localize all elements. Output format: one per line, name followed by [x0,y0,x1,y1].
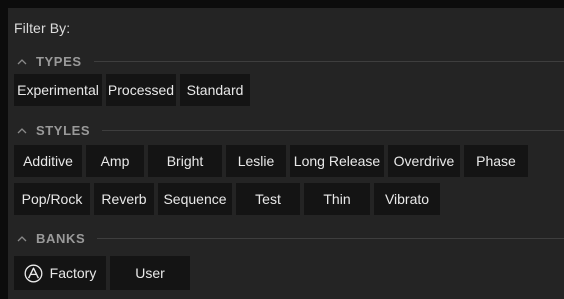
bank-factory-label: Factory [49,265,97,281]
tag-additive[interactable]: Additive [14,145,82,177]
tag-reverb[interactable]: Reverb [94,183,154,215]
chevron-up-icon[interactable] [14,122,30,138]
section-divider [102,129,564,131]
tag-vibrato[interactable]: Vibrato [374,183,440,215]
chevron-up-icon[interactable] [14,53,30,69]
section-divider [97,237,564,239]
tag-long-release[interactable]: Long Release [290,145,384,177]
section-header-styles[interactable]: STYLES [14,121,564,139]
tag-amp[interactable]: Amp [86,145,144,177]
bank-user[interactable]: User [110,256,190,290]
tag-experimental[interactable]: Experimental [14,74,102,106]
tag-overdrive[interactable]: Overdrive [388,145,460,177]
filter-title: Filter By: [14,20,71,36]
section-label-banks: BANKS [36,230,86,246]
bank-user-label: User [135,265,165,281]
tag-bright[interactable]: Bright [148,145,222,177]
filter-panel: Filter By: TYPES Experimental Processed … [8,8,564,299]
tag-test[interactable]: Test [236,183,300,215]
section-divider [93,60,564,62]
tag-standard[interactable]: Standard [180,74,250,106]
tag-sequence[interactable]: Sequence [158,183,232,215]
section-header-banks[interactable]: BANKS [14,229,564,247]
arturia-logo-icon [24,264,43,283]
section-label-styles: STYLES [36,122,91,138]
section-header-types[interactable]: TYPES [14,52,564,70]
tag-leslie[interactable]: Leslie [226,145,286,177]
tag-phase[interactable]: Phase [464,145,528,177]
bank-factory[interactable]: Factory [14,256,106,290]
tag-pop-rock[interactable]: Pop/Rock [14,183,90,215]
tag-thin[interactable]: Thin [304,183,370,215]
chevron-up-icon[interactable] [14,230,30,246]
tag-processed[interactable]: Processed [106,74,176,106]
section-label-types: TYPES [36,53,82,69]
